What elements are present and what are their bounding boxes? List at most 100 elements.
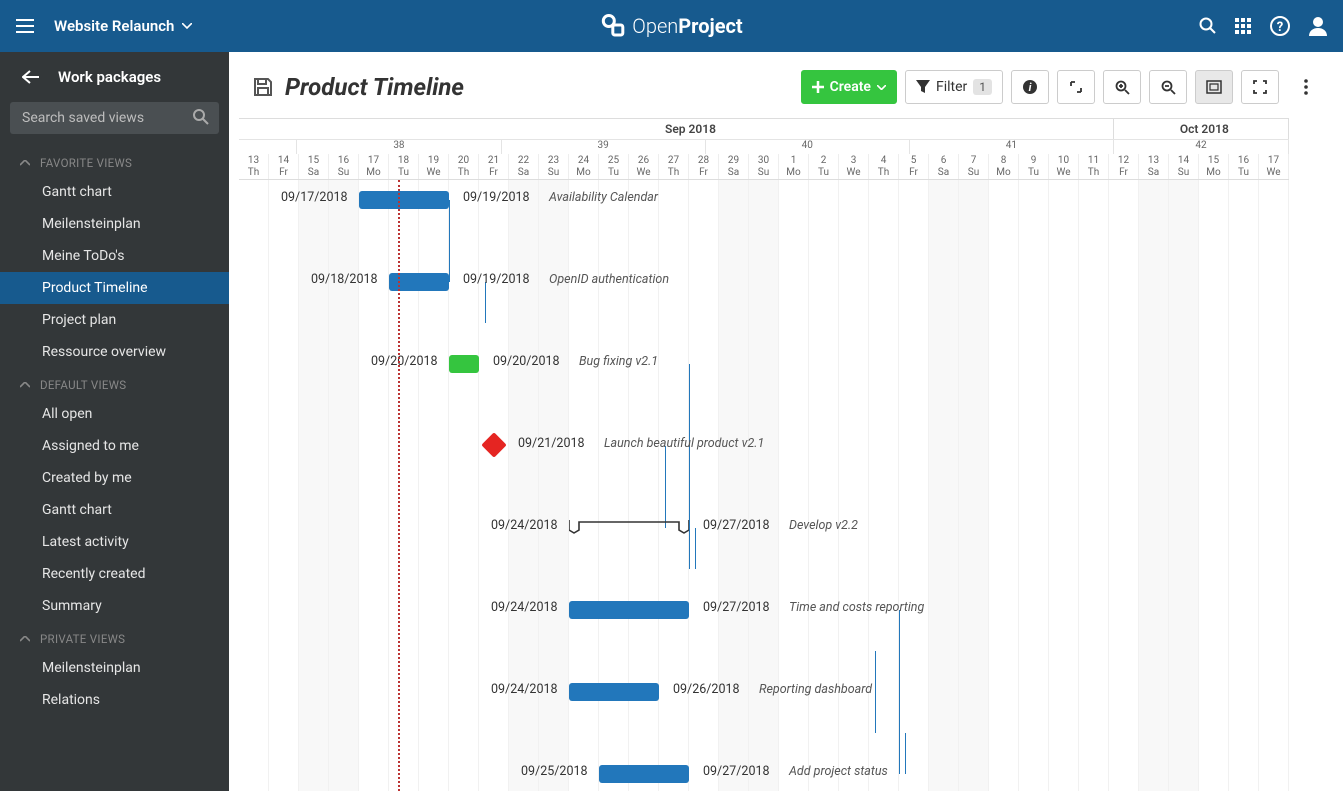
info-icon[interactable]: i	[1011, 70, 1049, 104]
day-header: 28Fr	[689, 154, 719, 179]
day-header: 23Su	[539, 154, 569, 179]
day-header: 19We	[419, 154, 449, 179]
day-header: 3We	[839, 154, 869, 179]
end-date: 09/27/2018	[703, 600, 770, 615]
task-name: Add project status	[789, 764, 888, 779]
task-name: Bug fixing v2.1	[579, 354, 658, 369]
week-number: 41	[910, 140, 1114, 154]
sidebar-section-header[interactable]: DEFAULT VIEWS	[0, 368, 229, 398]
task-bar[interactable]	[359, 191, 449, 209]
day-header: 7Su	[959, 154, 989, 179]
user-avatar-icon[interactable]	[1309, 16, 1327, 36]
fullscreen-icon[interactable]	[1241, 70, 1279, 104]
more-icon[interactable]	[1287, 70, 1325, 104]
sidebar-view-item[interactable]: Gantt chart	[0, 176, 229, 208]
zoom-out-icon[interactable]	[1149, 70, 1187, 104]
gantt-row[interactable]: 09/20/201809/20/2018Bug fixing v2.1	[239, 344, 1289, 385]
day-header: 21Fr	[479, 154, 509, 179]
day-header: 22Sa	[509, 154, 539, 179]
gantt-row[interactable]: 09/21/2018Launch beautiful product v2.1	[239, 426, 1289, 467]
week-number: 39	[502, 140, 706, 154]
day-header: 15Sa	[299, 154, 329, 179]
sidebar-section-header[interactable]: FAVORITE VIEWS	[0, 146, 229, 176]
sidebar-view-item[interactable]: Summary	[0, 590, 229, 622]
filter-button[interactable]: Filter 1	[905, 70, 1003, 104]
apps-grid-icon[interactable]	[1235, 18, 1251, 34]
day-header: 13Sa	[1139, 154, 1169, 179]
toolbar: Product Timeline Create Filter 1 i	[229, 52, 1343, 118]
task-name: Launch beautiful product v2.1	[604, 436, 764, 451]
task-bar[interactable]	[569, 601, 689, 619]
start-date: 09/25/2018	[521, 764, 588, 779]
gantt-chart[interactable]: Sep 2018Oct 2018383940414213Th14Fr15Sa16…	[229, 118, 1343, 791]
end-date: 09/27/2018	[703, 764, 770, 779]
sidebar-view-item[interactable]: Meine ToDo's	[0, 240, 229, 272]
task-name: OpenID authentication	[549, 272, 669, 287]
expand-icon[interactable]	[1057, 70, 1095, 104]
day-header: 1Mo	[779, 154, 809, 179]
zoom-in-icon[interactable]	[1103, 70, 1141, 104]
gantt-row[interactable]: 09/25/2018 09/27/2018 Add project status	[239, 754, 1289, 791]
create-button[interactable]: Create	[801, 70, 897, 104]
save-icon[interactable]	[253, 77, 273, 97]
page-title: Product Timeline	[253, 73, 464, 101]
logo-icon	[600, 13, 626, 39]
week-number: 40	[706, 140, 910, 154]
task-bar[interactable]	[569, 683, 659, 701]
sidebar-view-item[interactable]: Recently created	[0, 558, 229, 590]
day-header: 12Fr	[1109, 154, 1139, 179]
sidebar-view-item[interactable]: Product Timeline	[0, 272, 229, 304]
search-icon[interactable]	[193, 109, 209, 125]
sidebar-view-item[interactable]: Latest activity	[0, 526, 229, 558]
milestone-diamond[interactable]	[481, 432, 506, 457]
sidebar-view-item[interactable]: Gantt chart	[0, 494, 229, 526]
phase-bracket[interactable]	[569, 520, 689, 534]
sidebar-view-item[interactable]: Meilensteinplan	[0, 652, 229, 684]
chevron-down-icon	[877, 85, 886, 90]
month-header: Oct 2018	[1114, 119, 1289, 139]
back-arrow-icon[interactable]	[22, 70, 40, 84]
end-date: 09/20/2018	[493, 354, 560, 369]
help-icon[interactable]: ?	[1269, 15, 1291, 37]
day-header: 20Th	[449, 154, 479, 179]
week-number: 42	[1114, 140, 1289, 154]
day-header: 26We	[629, 154, 659, 179]
search-icon[interactable]	[1199, 17, 1217, 35]
day-header: 14Fr	[269, 154, 299, 179]
end-date: 09/19/2018	[463, 272, 530, 287]
plus-icon	[812, 81, 824, 93]
project-selector[interactable]: Website Relaunch	[54, 17, 192, 35]
start-date: 09/24/2018	[491, 600, 558, 615]
sidebar-section-header[interactable]: PRIVATE VIEWS	[0, 622, 229, 652]
day-header: 5Fr	[899, 154, 929, 179]
start-date: 09/17/2018	[281, 190, 348, 205]
search-input[interactable]	[10, 102, 219, 134]
task-bar[interactable]	[599, 765, 689, 783]
task-bar[interactable]	[449, 355, 479, 373]
day-header: 16Su	[329, 154, 359, 179]
gantt-row[interactable]: 09/17/201809/19/2018Availability Calenda…	[239, 180, 1289, 221]
svg-text:?: ?	[1277, 20, 1283, 35]
sidebar-view-item[interactable]: All open	[0, 398, 229, 430]
hamburger-icon[interactable]	[16, 19, 34, 33]
gantt-row[interactable]: 09/24/201809/26/2018Reporting dashboard	[239, 672, 1289, 713]
sidebar-view-item[interactable]: Assigned to me	[0, 430, 229, 462]
chevron-up-icon	[20, 160, 30, 166]
gantt-row[interactable]: 09/24/201809/27/2018Develop v2.2	[239, 508, 1289, 549]
sidebar: Work packages FAVORITE VIEWSGantt chartM…	[0, 52, 229, 791]
sidebar-view-item[interactable]: Ressource overview	[0, 336, 229, 368]
chevron-down-icon	[182, 23, 192, 29]
gantt-row[interactable]: 09/18/201809/19/2018OpenID authenticatio…	[239, 262, 1289, 303]
sidebar-view-item[interactable]: Created by me	[0, 462, 229, 494]
sidebar-view-item[interactable]: Meilensteinplan	[0, 208, 229, 240]
sidebar-search	[10, 102, 219, 134]
day-header: 16Tu	[1229, 154, 1259, 179]
day-header: 13Th	[239, 154, 269, 179]
week-number: 38	[297, 140, 501, 154]
sidebar-view-item[interactable]: Project plan	[0, 304, 229, 336]
zoom-fit-icon[interactable]	[1195, 70, 1233, 104]
gantt-row[interactable]: 09/24/201809/27/2018Time and costs repor…	[239, 590, 1289, 631]
day-header: 8Mo	[989, 154, 1019, 179]
sidebar-view-item[interactable]: Relations	[0, 684, 229, 716]
end-date: 09/19/2018	[463, 190, 530, 205]
